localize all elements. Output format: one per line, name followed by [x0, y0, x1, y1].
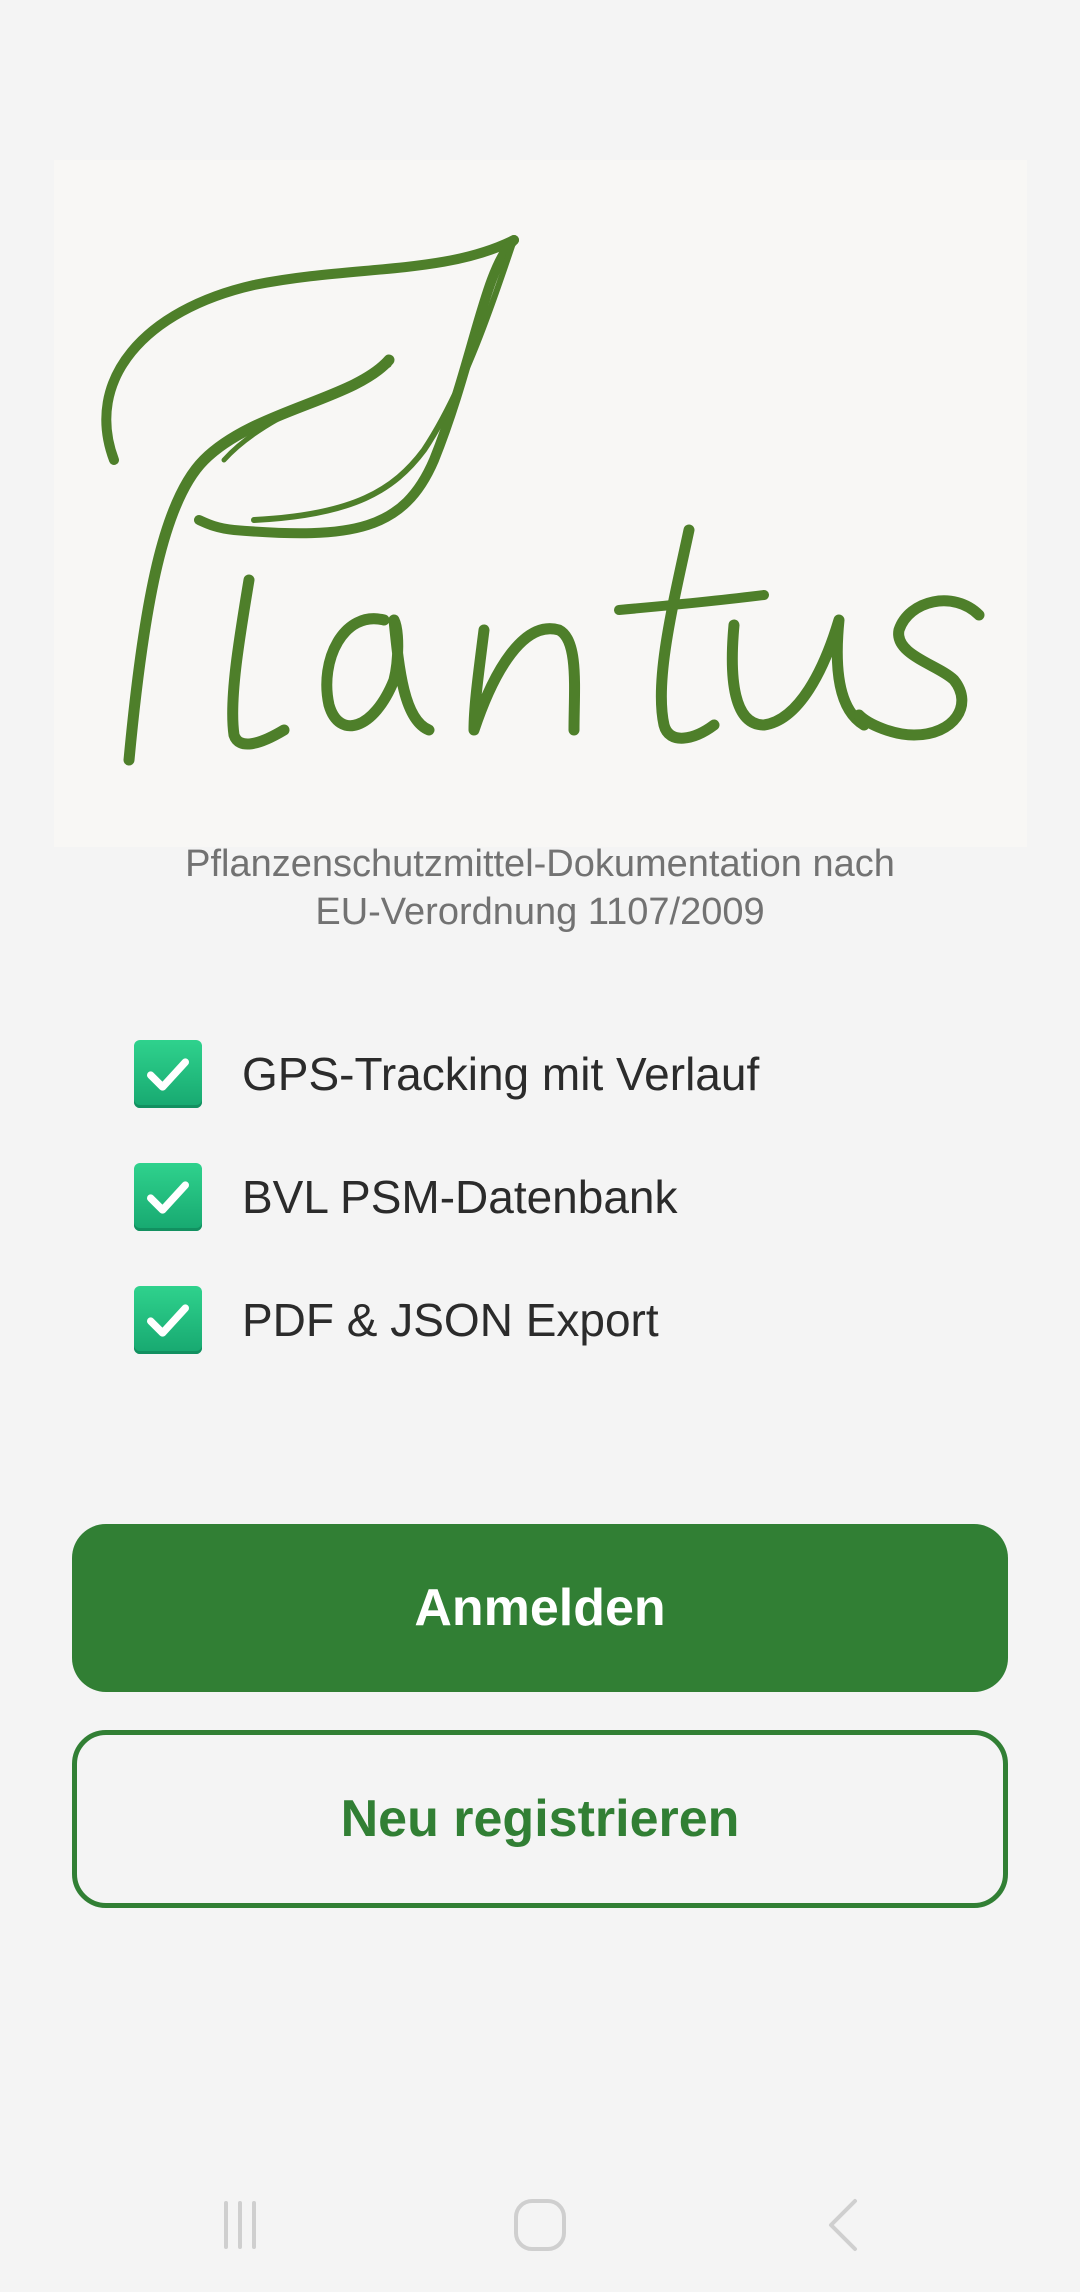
- plantus-logo: [54, 160, 1027, 847]
- feature-item-gps: GPS-Tracking mit Verlauf: [134, 1040, 994, 1108]
- check-box-icon: [134, 1286, 202, 1354]
- feature-item-database: BVL PSM-Datenbank: [134, 1163, 994, 1231]
- subtitle-line-2: EU-Verordnung 1107/2009: [315, 891, 765, 933]
- back-icon[interactable]: [805, 2190, 885, 2260]
- welcome-screen: Pflanzenschutzmittel-Dokumentation nach …: [0, 0, 1080, 2292]
- feature-label: GPS-Tracking mit Verlauf: [242, 1048, 760, 1100]
- app-subtitle: Pflanzenschutzmittel-Dokumentation nach …: [40, 840, 1040, 936]
- plantus-logo-icon: [101, 235, 985, 766]
- check-box-icon: [134, 1163, 202, 1231]
- feature-list: GPS-Tracking mit Verlauf BVL PSM-Datenba…: [134, 1040, 994, 1409]
- feature-label: PDF & JSON Export: [242, 1294, 659, 1346]
- feature-label: BVL PSM-Datenbank: [242, 1171, 678, 1223]
- login-button[interactable]: Anmelden: [72, 1524, 1008, 1692]
- feature-item-export: PDF & JSON Export: [134, 1286, 994, 1354]
- subtitle-line-1: Pflanzenschutzmittel-Dokumentation nach: [185, 843, 895, 885]
- recents-icon[interactable]: [200, 2190, 280, 2260]
- system-navigation-bar: [0, 2160, 1080, 2292]
- check-box-icon: [134, 1040, 202, 1108]
- register-button[interactable]: Neu registrieren: [72, 1730, 1008, 1908]
- home-icon[interactable]: [500, 2190, 580, 2260]
